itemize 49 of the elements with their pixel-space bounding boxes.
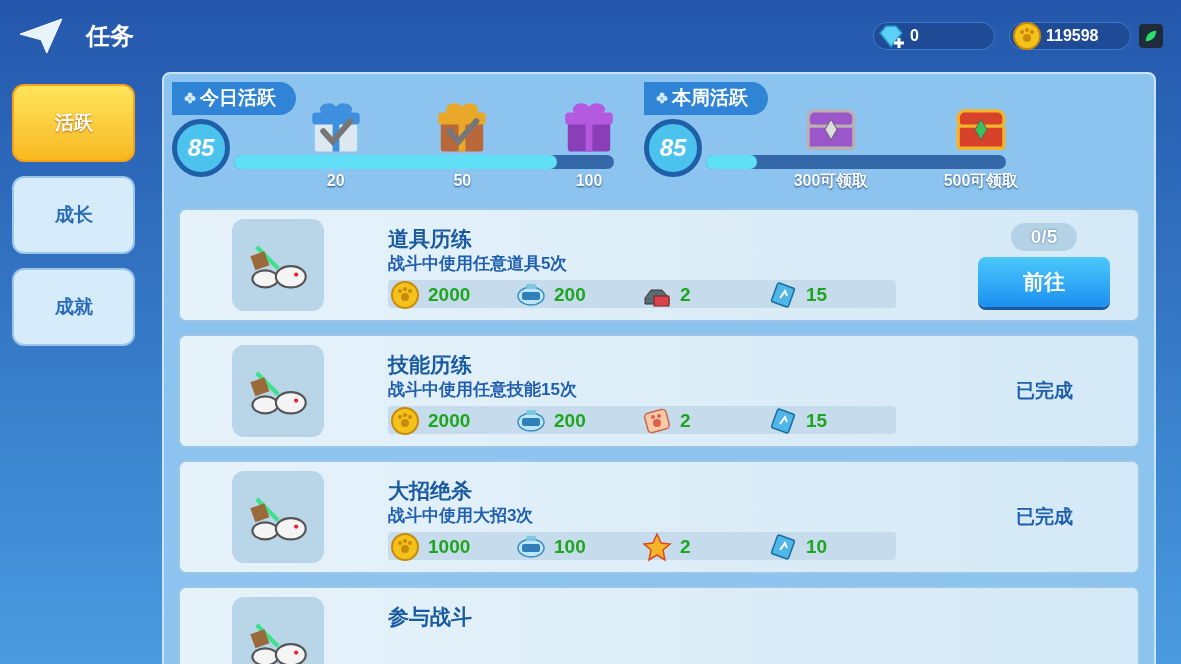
game-controller-icon bbox=[232, 219, 324, 311]
game-controller-icon bbox=[232, 597, 324, 664]
task-description: 战斗中使用大招3次 bbox=[388, 505, 535, 527]
reward-amount: 2 bbox=[680, 408, 691, 433]
coin-icon bbox=[1012, 21, 1042, 51]
reward-label: 300可领取 bbox=[793, 170, 869, 191]
task-description: 战斗中使用任意技能15次 bbox=[388, 379, 578, 401]
completed-status: 已完成 bbox=[1015, 504, 1073, 529]
reward-amount: 10 bbox=[806, 534, 828, 559]
activity-points: 85 bbox=[644, 118, 702, 177]
flower-icon bbox=[656, 92, 668, 105]
reward-amount: 2 bbox=[680, 282, 691, 307]
reward-amount: 200 bbox=[554, 282, 586, 307]
task-title: 技能历练 bbox=[388, 352, 473, 378]
leaf-icon[interactable] bbox=[1139, 24, 1163, 48]
reward-amount: 15 bbox=[806, 408, 828, 433]
reward-amount: 15 bbox=[806, 282, 828, 307]
task-description: 战斗中使用任意道具5次 bbox=[388, 253, 569, 275]
reward-amount: 2 bbox=[680, 534, 691, 559]
progress-count: 0/5 bbox=[1010, 223, 1078, 251]
page-title: 任务 bbox=[86, 21, 134, 51]
task-title: 参与战斗 bbox=[388, 604, 473, 630]
section-title: 本周活跃 bbox=[644, 82, 768, 115]
section-title: 今日活跃 bbox=[172, 82, 296, 115]
reward-amount: 2000 bbox=[428, 408, 471, 433]
coin-icon bbox=[390, 532, 420, 562]
game-controller-icon bbox=[232, 471, 324, 563]
go-button[interactable]: 前往 bbox=[978, 257, 1110, 307]
reward-amount: 100 bbox=[554, 534, 586, 559]
task-title: 道具历练 bbox=[388, 226, 473, 252]
reward-amount: 1000 bbox=[428, 534, 471, 559]
star-icon bbox=[642, 532, 672, 562]
reward-amount: 2000 bbox=[428, 282, 471, 307]
currency-amount: 0 bbox=[910, 26, 919, 46]
reward-label: 50 bbox=[453, 170, 472, 191]
flower-icon bbox=[184, 92, 196, 105]
task-title: 大招绝杀 bbox=[388, 478, 473, 504]
reward-amount: 200 bbox=[554, 408, 586, 433]
currency-amount: 119598 bbox=[1046, 26, 1099, 46]
coin-icon bbox=[390, 406, 420, 436]
sidebar-tab[interactable]: 成就 bbox=[12, 268, 135, 346]
coin-icon bbox=[390, 280, 420, 310]
reward-label: 100 bbox=[575, 170, 603, 191]
reward-label: 20 bbox=[326, 170, 345, 191]
activity-points: 85 bbox=[172, 118, 230, 177]
reward-label: 500可领取 bbox=[943, 170, 1019, 191]
sidebar-tab[interactable]: 成长 bbox=[12, 176, 135, 254]
game-controller-icon bbox=[232, 345, 324, 437]
completed-status: 已完成 bbox=[1015, 378, 1073, 403]
